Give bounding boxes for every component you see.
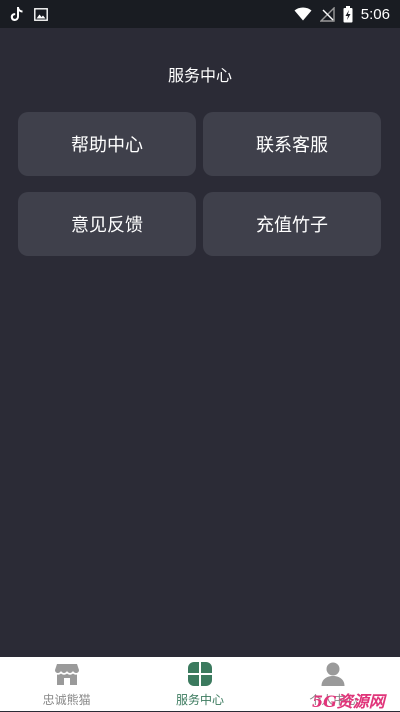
watermark: 5G资源网 <box>312 692 385 711</box>
nav-item-loyal-panda[interactable]: 忠诚熊猫 <box>0 657 133 711</box>
battery-charging-icon <box>343 5 353 23</box>
nav-label: 服务中心 <box>175 693 224 707</box>
person-icon <box>320 661 346 687</box>
help-center-button[interactable]: 帮助中心 <box>18 112 196 176</box>
no-signal-icon <box>319 6 335 22</box>
tiktok-icon <box>10 6 24 22</box>
nav-item-service-center[interactable]: 服务中心 <box>133 657 266 711</box>
status-bar: 5:06 <box>0 0 400 28</box>
feedback-button[interactable]: 意见反馈 <box>18 192 196 256</box>
contact-support-button[interactable]: 联系客服 <box>203 112 381 176</box>
page-title: 服务中心 <box>167 66 232 85</box>
shop-icon <box>54 661 80 687</box>
image-icon <box>34 7 48 21</box>
status-time: 5:06 <box>360 5 390 23</box>
recharge-bamboo-button[interactable]: 充值竹子 <box>203 192 381 256</box>
clover-icon <box>187 661 213 687</box>
service-grid: 帮助中心 联系客服 意见反馈 充值竹子 <box>18 112 382 256</box>
wifi-icon <box>294 7 312 21</box>
nav-label: 忠诚熊猫 <box>42 693 91 707</box>
